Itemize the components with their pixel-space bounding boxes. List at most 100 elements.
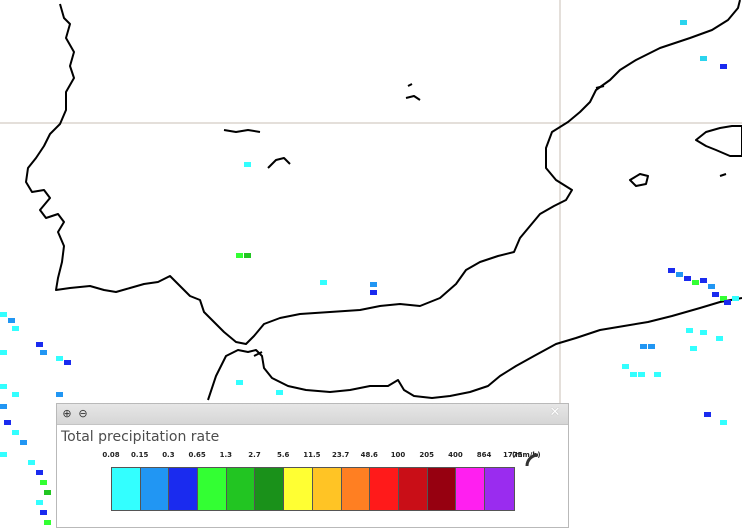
precipitation-cell [236,380,243,385]
precipitation-cell [720,64,727,69]
legend-swatch [112,468,141,510]
precipitation-cell [684,276,691,281]
precipitation-cell [8,318,15,323]
ibiza-coastline [629,173,649,187]
precipitation-cell [244,162,251,167]
precipitation-cell [686,328,693,333]
precipitation-cell [692,280,699,285]
precipitation-cell [622,364,629,369]
legend-threshold-labels: (mm/h) 0.08 0.15 0.3 0.65 1.3 2.7 5.6 11.5 23.7 4… [57,451,568,463]
reservoir-feature [405,83,421,101]
legend-threshold-label: 23.7 [331,451,350,459]
legend-swatch [255,468,285,510]
precipitation-cell [28,460,35,465]
menorca-coastline [719,173,727,177]
reservoir-feature [595,85,605,89]
precipitation-cell [716,336,723,341]
legend-swatch [341,468,371,510]
precipitation-cell [732,296,739,301]
resize-handle-icon[interactable] [525,451,541,467]
legend-threshold-label: 0.08 [102,451,120,459]
precipitation-cell [708,284,715,289]
precipitation-cell [700,278,707,283]
legend-swatch [226,468,256,510]
precipitation-cell [676,272,683,277]
precipitation-cell [12,430,19,435]
mallorca-coastline [695,125,742,157]
zoom-out-icon[interactable]: ⊖ [76,407,90,421]
precipitation-cell [40,350,47,355]
legend-swatch [284,468,313,510]
legend-swatch [140,468,170,510]
precipitation-cell [44,490,51,495]
precipitation-cell [668,268,675,273]
legend-threshold-label: 1.3 [219,451,232,459]
north-africa-coastline [207,297,742,401]
precipitation-cell [36,500,43,505]
legend-threshold-label: 100 [390,451,406,459]
legend-header: ⊕ ⊖ ✕ [57,404,568,425]
precipitation-cell [654,372,661,377]
precipitation-cell [320,280,327,285]
legend-threshold-label: 11.5 [303,451,321,459]
legend-swatch [456,468,485,510]
legend-threshold-label: 1775 [503,451,523,459]
legend-threshold-label: 48.6 [360,451,378,459]
precipitation-cell [640,344,647,349]
precipitation-cell [0,350,7,355]
precipitation-cell [244,253,251,258]
legend-swatch [484,468,514,510]
legend-panel: ⊕ ⊖ ✕ Total precipitation rate (mm/h) 0.… [56,403,569,528]
iberia-coastline [25,0,741,345]
legend-threshold-label: 0.15 [131,451,149,459]
legend-threshold-label: 400 [448,451,463,459]
legend-swatch [198,468,227,510]
precipitation-cell [20,440,27,445]
precipitation-cell [0,312,7,317]
precipitation-cell [276,390,283,395]
legend-color-scale [111,467,515,511]
coastlines [25,0,742,401]
precipitation-cell [4,420,11,425]
legend-threshold-label: 205 [419,451,434,459]
legend-swatch [169,468,199,510]
legend-swatch [312,468,342,510]
precipitation-cell [370,282,377,287]
legend-title: Total precipitation rate [61,429,220,445]
precipitation-cell [0,404,7,409]
reservoir-feature [223,129,261,133]
precipitation-cell [700,330,707,335]
precipitation-cell [40,510,47,515]
precipitation-cell [12,326,19,331]
zoom-in-icon[interactable]: ⊕ [60,407,74,421]
legend-threshold-label: 2.7 [248,451,261,459]
precipitation-cell [630,372,637,377]
precipitation-cell [64,360,71,365]
precipitation-cell [236,253,243,258]
precipitation-cell [40,480,47,485]
legend-threshold-label: 5.6 [276,451,290,459]
precipitation-cell [638,372,645,377]
precipitation-cell [0,452,7,457]
reservoir-feature [267,157,291,169]
precipitation-cell [36,470,43,475]
precipitation-cell [12,392,19,397]
precipitation-cell [56,392,63,397]
precipitation-cell [0,384,7,389]
precipitation-cell [724,300,731,305]
precipitation-cell [690,346,697,351]
precipitation-cell [712,292,719,297]
legend-threshold-label: 864 [476,451,492,459]
precipitation-cell [56,356,63,361]
legend-swatch [398,468,428,510]
precipitation-cell [648,344,655,349]
precipitation-cell [720,420,727,425]
legend-threshold-label: 0.65 [188,451,206,459]
precipitation-cell [704,412,711,417]
close-icon[interactable]: ✕ [548,406,562,420]
legend-threshold-label: 0.3 [162,451,175,459]
precipitation-cell [700,56,707,61]
precipitation-cell [44,520,51,525]
precipitation-cell [680,20,687,25]
precipitation-cell [36,342,43,347]
